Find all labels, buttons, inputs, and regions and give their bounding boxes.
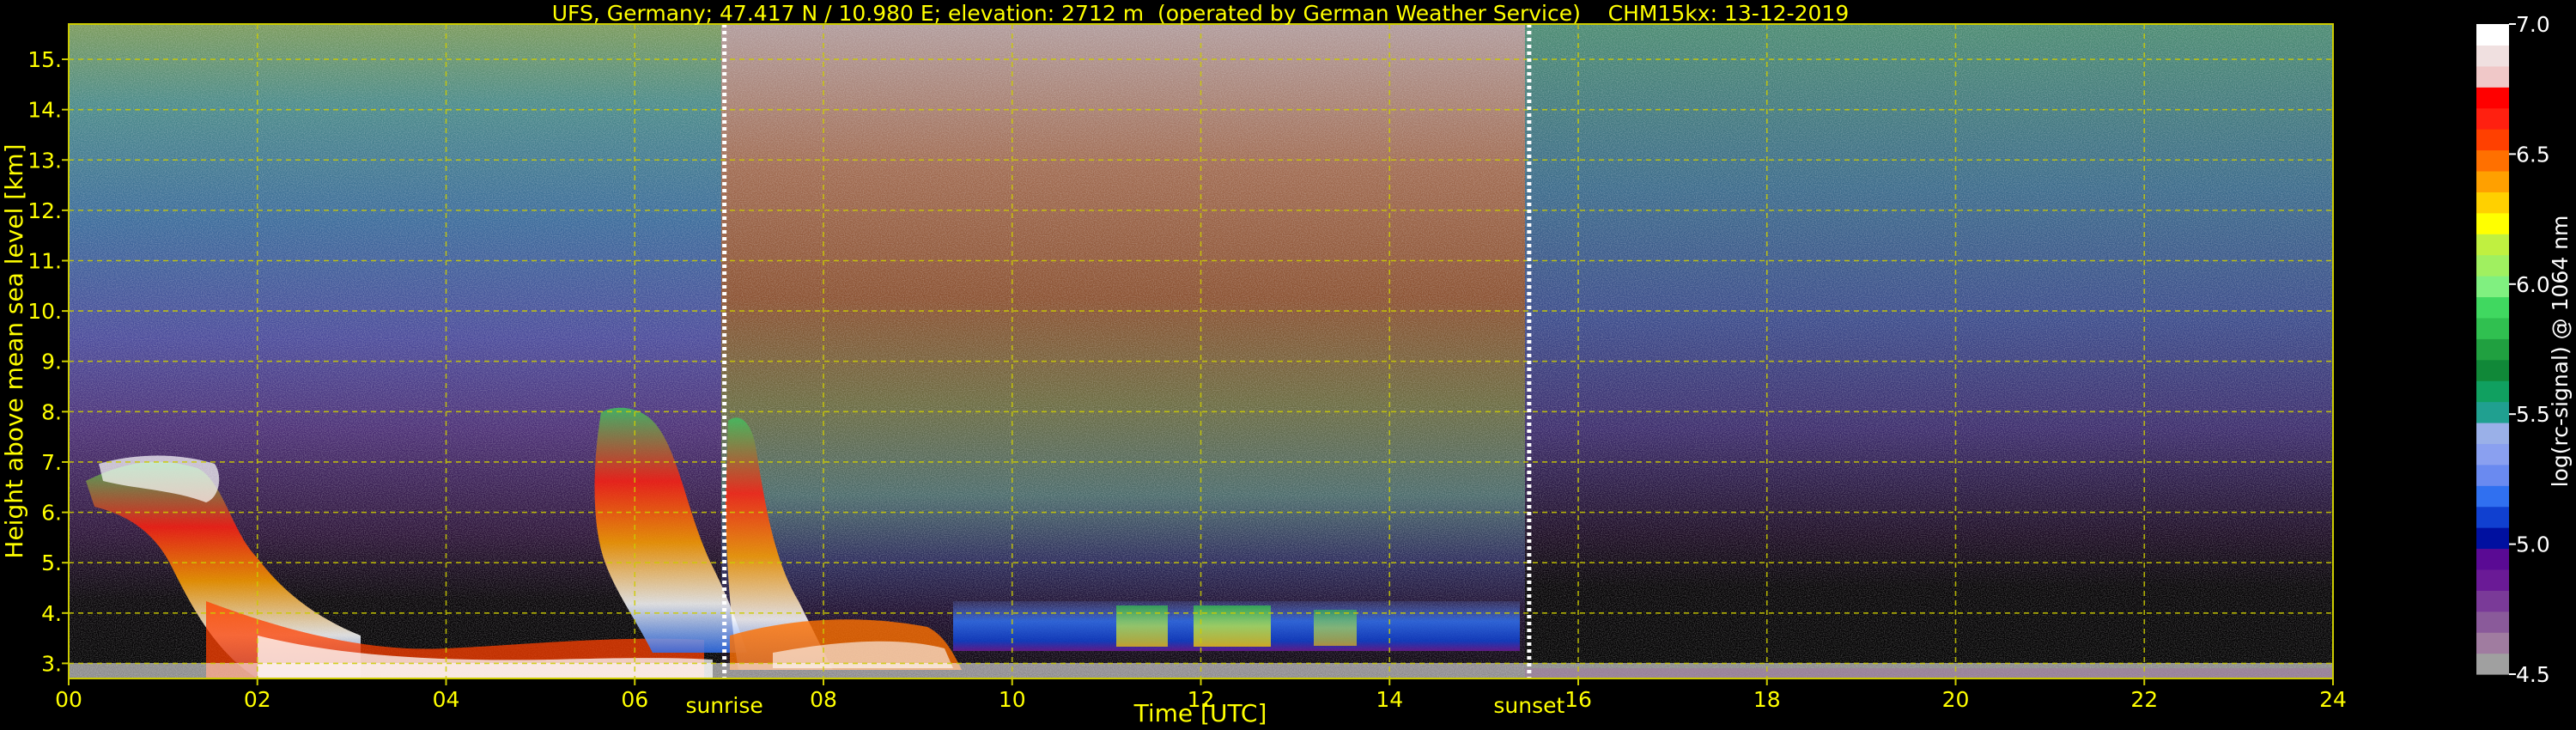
x-tick-label: 16: [1564, 687, 1592, 712]
colorbar-swatch: [2476, 527, 2509, 550]
colorbar-swatch: [2476, 192, 2509, 214]
colorbar-swatch: [2476, 590, 2509, 612]
y-tick-label: 9.: [41, 350, 62, 374]
y-tick-label: 7.: [41, 450, 62, 475]
colorbar-swatch: [2476, 276, 2509, 298]
y-tick-label: 8.: [41, 399, 62, 424]
colorbar-swatch: [2476, 65, 2509, 88]
x-tick-label: 24: [2319, 687, 2347, 712]
y-tick-label: 4.: [41, 601, 62, 626]
colorbar-label: log(rc-signal) @ 1064 nm: [2548, 216, 2573, 488]
colorbar-swatch: [2476, 296, 2509, 319]
chart-title: UFS, Germany; 47.417 N / 10.980 E; eleva…: [552, 1, 1849, 26]
aerosol-band-green-3: [1314, 610, 1357, 646]
y-tick-label: 10.: [27, 299, 62, 324]
colorbar-swatch: [2476, 653, 2509, 675]
colorbar-swatch: [2476, 422, 2509, 444]
y-tick-label: 13.: [27, 148, 62, 173]
colorbar-swatch: [2476, 632, 2509, 654]
surface-layer-right: [1525, 668, 2333, 678]
y-tick-label: 12.: [27, 198, 62, 223]
colorbar: 4.5 5.0 5.5 6.0 6.5 7.0: [2476, 12, 2550, 687]
lidar-backscatter-chart: 00 02 04 06 08 10 12 14 16 18 20 22 24 3.4.5.6.7.8.9…: [0, 1, 2573, 727]
colorbar-swatch: [2476, 317, 2509, 339]
x-tick-label: 22: [2130, 687, 2158, 712]
y-tick-label: 3.: [41, 651, 62, 676]
x-tick-label: 04: [433, 687, 460, 712]
x-tick-label: 06: [621, 687, 648, 712]
colorbar-swatch: [2476, 254, 2509, 277]
colorbar-swatch: [2476, 443, 2509, 465]
colorbar-swatch: [2476, 338, 2509, 361]
colorbar-swatch: [2476, 234, 2509, 256]
x-tick-label: 00: [55, 687, 82, 712]
colorbar-swatch: [2476, 212, 2509, 234]
colorbar-swatch: [2476, 569, 2509, 591]
x-tick-label: 20: [1942, 687, 1970, 712]
colorbar-swatch: [2476, 380, 2509, 403]
colorbar-swatch: [2476, 149, 2509, 172]
x-tick-label: 10: [999, 687, 1026, 712]
colorbar-tick-label: 4.5: [2516, 662, 2550, 687]
colorbar-swatch: [2476, 359, 2509, 381]
y-tick-label: 6.: [41, 501, 62, 526]
x-tick-label: 08: [810, 687, 837, 712]
x-tick-label: 02: [244, 687, 271, 712]
colorbar-swatch: [2476, 129, 2509, 151]
colorbar-swatch: [2476, 401, 2509, 423]
aerosol-band-green-2: [1194, 605, 1271, 647]
colorbar-swatch: [2476, 506, 2509, 528]
colorbar-swatch: [2476, 45, 2509, 67]
x-tick-label: 14: [1376, 687, 1403, 712]
colorbar-tick-label: 5.0: [2516, 532, 2550, 557]
colorbar-tick-label: 6.0: [2516, 272, 2550, 297]
colorbar-swatch: [2476, 107, 2509, 130]
colorbar-tick-label: 6.5: [2516, 142, 2550, 167]
colorbar-tick-label: 5.5: [2516, 402, 2550, 427]
colorbar-swatch: [2476, 87, 2509, 109]
y-axis-ticks: 3. 4. 5. 6. 7. 8. 9. 10. 11. 12. 13. 14. 15.: [27, 47, 69, 676]
x-tick-label: 18: [1753, 687, 1781, 712]
colorbar-swatch: [2476, 170, 2509, 192]
colorbar-swatch: [2476, 24, 2509, 46]
colorbar-swatch: [2476, 548, 2509, 570]
colorbar-swatch: [2476, 464, 2509, 486]
y-axis-label: Height above mean sea level [km]: [0, 143, 28, 558]
y-tick-label: 5.: [41, 551, 62, 575]
aerosol-band-green-1: [1116, 605, 1168, 647]
colorbar-tick-label: 7.0: [2516, 12, 2550, 37]
y-tick-label: 15.: [27, 47, 62, 72]
colorbar-swatch: [2476, 485, 2509, 508]
sun-marker-label: sunset: [1493, 693, 1564, 718]
sun-marker-label: sunrise: [685, 693, 762, 718]
y-tick-label: 11.: [27, 248, 62, 273]
y-tick-label: 14.: [27, 98, 62, 123]
colorbar-swatch: [2476, 611, 2509, 633]
x-axis-label: Time [UTC]: [1133, 699, 1267, 727]
